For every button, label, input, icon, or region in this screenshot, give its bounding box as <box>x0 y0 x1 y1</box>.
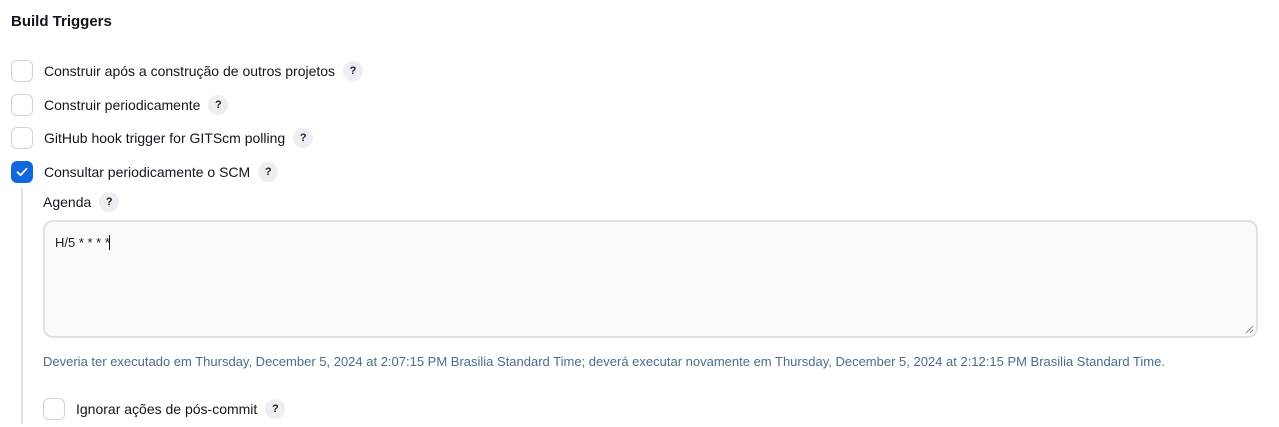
trigger-build-after-other-projects: Construir após a construção de outros pr… <box>11 59 364 83</box>
option-label: Ignorar ações de pós-commit <box>76 401 258 417</box>
schedule-label: Agenda <box>43 194 92 210</box>
schedule-value-container: H/5 * * * * <box>55 235 110 251</box>
help-icon[interactable]: ? <box>208 95 229 115</box>
text-caret <box>108 235 110 250</box>
help-icon[interactable]: ? <box>258 162 279 182</box>
option-ignore-post-commit: Ignorar ações de pós-commit ? <box>43 397 286 421</box>
schedule-textarea[interactable]: H/5 * * * * <box>43 220 1258 338</box>
help-icon[interactable]: ? <box>293 128 314 148</box>
schedule-info-text: Deveria ter executado em Thursday, Decem… <box>43 354 1165 369</box>
schedule-label-row: Agenda ? <box>43 191 120 213</box>
trigger-label: Consultar periodicamente o SCM <box>44 164 251 180</box>
trigger-build-periodically: Construir periodicamente ? <box>11 93 229 117</box>
trigger-label: Construir periodicamente <box>44 97 201 113</box>
trigger-github-hook: GitHub hook trigger for GITScm polling ? <box>11 126 314 150</box>
checkmark-icon <box>16 167 28 177</box>
resize-grip-icon[interactable] <box>1245 325 1254 334</box>
checkbox-github-hook[interactable] <box>11 127 33 149</box>
checkbox-ignore-post-commit[interactable] <box>43 398 65 420</box>
checkbox-build-after-other-projects[interactable] <box>11 60 33 82</box>
help-icon[interactable]: ? <box>99 192 120 212</box>
checkbox-poll-scm[interactable] <box>11 161 33 183</box>
schedule-value: H/5 * * * * <box>55 235 110 250</box>
trigger-label: Construir após a construção de outros pr… <box>44 63 336 79</box>
build-triggers-panel: Build Triggers Construir após a construç… <box>0 0 1279 427</box>
section-title: Build Triggers <box>11 13 112 30</box>
trigger-label: GitHub hook trigger for GITScm polling <box>44 130 286 146</box>
checkbox-build-periodically[interactable] <box>11 94 33 116</box>
trigger-poll-scm: Consultar periodicamente o SCM ? <box>11 160 279 184</box>
nested-section-divider <box>21 188 23 424</box>
help-icon[interactable]: ? <box>343 61 364 81</box>
help-icon[interactable]: ? <box>265 399 286 419</box>
